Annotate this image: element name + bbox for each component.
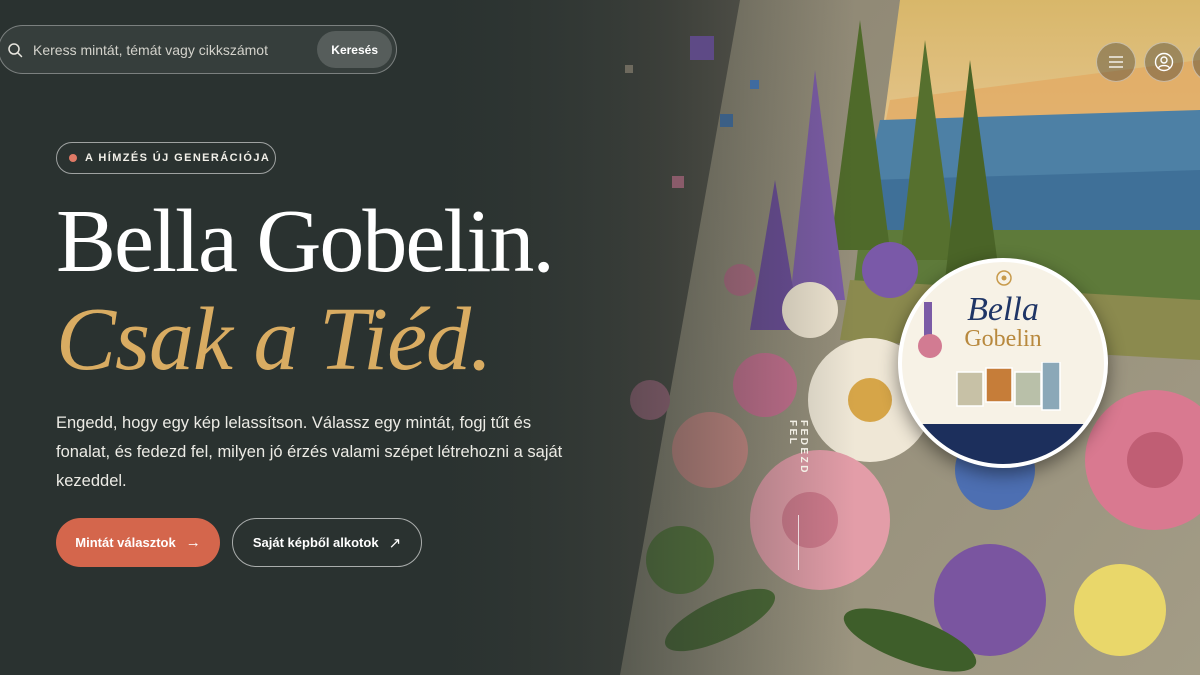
- user-account-button[interactable]: [1144, 42, 1184, 82]
- search-button[interactable]: Keresés: [317, 31, 392, 68]
- decorative-pixel: [625, 65, 633, 73]
- choose-pattern-label: Mintát választok: [75, 535, 176, 550]
- ornament-icon: [996, 270, 1012, 286]
- pattern-samples-image: [956, 362, 1061, 411]
- badge-feature-band: [902, 424, 1104, 464]
- decorative-pixel: [672, 176, 684, 188]
- hero-section: Keresés A HÍMZÉS ÚJ GENERÁCIÓJA Bella Go…: [0, 0, 1200, 675]
- decorative-pixel: [720, 114, 733, 127]
- choose-pattern-button[interactable]: Mintát választok →: [56, 518, 220, 567]
- decorative-pixel: [690, 36, 714, 60]
- badge-subtitle: Gobelin: [964, 326, 1042, 352]
- search-input[interactable]: [33, 41, 318, 58]
- tagline-badge: A HÍMZÉS ÚJ GENERÁCIÓJA: [56, 142, 276, 174]
- decorative-pixel: [750, 80, 759, 89]
- hamburger-icon: [1109, 56, 1123, 68]
- menu-button[interactable]: [1096, 42, 1136, 82]
- hero-description: Engedd, hogy egy kép lelassítson. Válass…: [56, 414, 563, 490]
- search-icon: [8, 42, 23, 57]
- tagline-dot: [69, 154, 77, 162]
- hero-title: Bella Gobelin.: [56, 192, 555, 291]
- search-bar: Keresés: [0, 25, 397, 74]
- hero-subtitle: Csak a Tiéd.: [56, 290, 493, 389]
- scroll-hint[interactable]: FEDEZD FEL: [787, 420, 809, 570]
- arrow-up-right-icon: ↗: [388, 534, 402, 552]
- user-icon: [1154, 52, 1174, 72]
- tagline-text: A HÍMZÉS ÚJ GENERÁCIÓJA: [85, 152, 271, 164]
- arrow-right-icon: →: [185, 534, 201, 551]
- create-from-photo-label: Saját képből alkotok: [252, 535, 379, 550]
- badge-title: Bella: [967, 291, 1039, 328]
- brand-badge: Bella Gobelin: [898, 258, 1108, 468]
- scroll-hint-line: [797, 514, 799, 570]
- create-from-photo-button[interactable]: Saját képből alkotok ↗: [232, 518, 422, 567]
- scroll-hint-label: FEDEZD FEL: [787, 420, 809, 475]
